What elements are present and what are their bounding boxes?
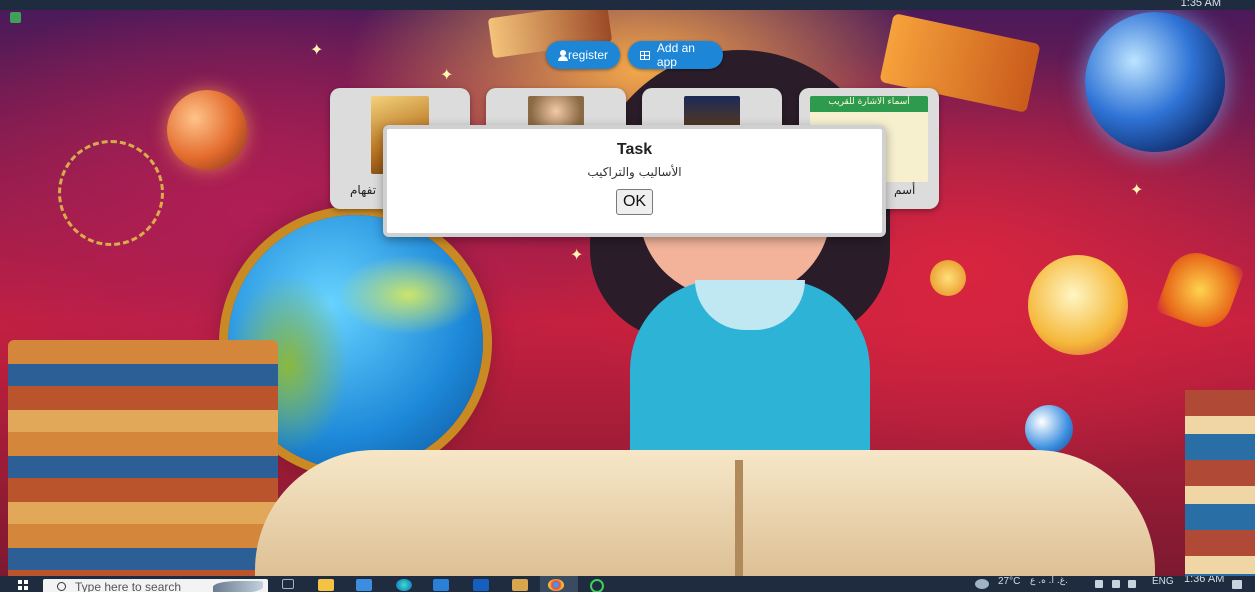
lightbulb-illustration: [1028, 255, 1128, 355]
top-taskbar-strip: 1:35 AM: [0, 0, 1255, 10]
planet-illustration: [167, 90, 247, 170]
outlook-icon[interactable]: [473, 579, 489, 591]
dialog-message: الأساليب والتراكيب: [587, 165, 682, 179]
store-icon[interactable]: [356, 579, 372, 591]
search-icon: [57, 582, 66, 591]
file-explorer-icon[interactable]: [318, 579, 334, 591]
register-button[interactable]: register: [546, 41, 620, 69]
top-clock: 1:35 AM: [1180, 0, 1221, 9]
leaf-illustration: [1155, 245, 1245, 335]
sparkle-icon: ✦: [440, 67, 454, 84]
paint-icon[interactable]: [512, 579, 528, 591]
weather-icon[interactable]: [975, 579, 989, 589]
notification-icon[interactable]: [1232, 580, 1242, 589]
sparkle-icon: ✦: [570, 247, 584, 264]
molecule-illustration: [58, 140, 164, 246]
book-spine-illustration: [735, 460, 743, 576]
earth-planet-illustration: [1085, 12, 1225, 152]
background-illustration: ✦ ✦ ✦ ✦: [0, 10, 1255, 576]
start-icon[interactable]: [18, 580, 28, 590]
sparkle-icon: ✦: [310, 42, 324, 59]
task-view-icon[interactable]: [282, 579, 294, 589]
register-label: register: [567, 48, 608, 62]
taskbar-clock[interactable]: 1:36 AM: [1184, 576, 1224, 585]
dialog-title: Task: [616, 141, 653, 158]
search-highlight-icon: [213, 581, 263, 592]
windows-taskbar: Type here to search 27°C غ. ا. ه. ع. ENG…: [0, 576, 1255, 592]
network-icon[interactable]: [1112, 580, 1120, 588]
search-placeholder: Type here to search: [75, 580, 182, 592]
chevron-up-icon[interactable]: [1095, 580, 1103, 588]
user-icon: [558, 49, 568, 61]
table-icon: [640, 50, 650, 60]
mail-icon[interactable]: [433, 579, 449, 591]
whatsapp-icon[interactable]: [590, 579, 604, 592]
edge-icon[interactable]: [396, 579, 412, 591]
volume-icon[interactable]: [1128, 580, 1136, 588]
add-app-button[interactable]: Add an app: [628, 41, 723, 69]
app-thumbnail-title: أسماء الاشارة للقريب: [828, 97, 910, 107]
task-dialog: Task الأساليب والتراكيب OK: [383, 125, 886, 237]
book-stack-illustration: [8, 340, 278, 576]
open-book-illustration: [255, 450, 1155, 576]
book-stack-illustration: [1185, 390, 1255, 576]
lamp-illustration: [930, 260, 966, 296]
taskbar-search-input[interactable]: Type here to search: [43, 579, 268, 592]
temperature-text[interactable]: 27°C: [998, 576, 1020, 587]
sparkle-icon: ✦: [1130, 182, 1144, 199]
chrome-icon[interactable]: [548, 579, 564, 591]
ok-button[interactable]: OK: [615, 189, 654, 215]
page-favicon-icon[interactable]: [10, 12, 21, 23]
add-app-label: Add an app: [656, 41, 695, 69]
crystal-ball-illustration: [1025, 405, 1073, 453]
tray-arabic-text: غ. ا. ه. ع.: [1030, 576, 1068, 586]
language-indicator[interactable]: ENG: [1152, 576, 1174, 587]
